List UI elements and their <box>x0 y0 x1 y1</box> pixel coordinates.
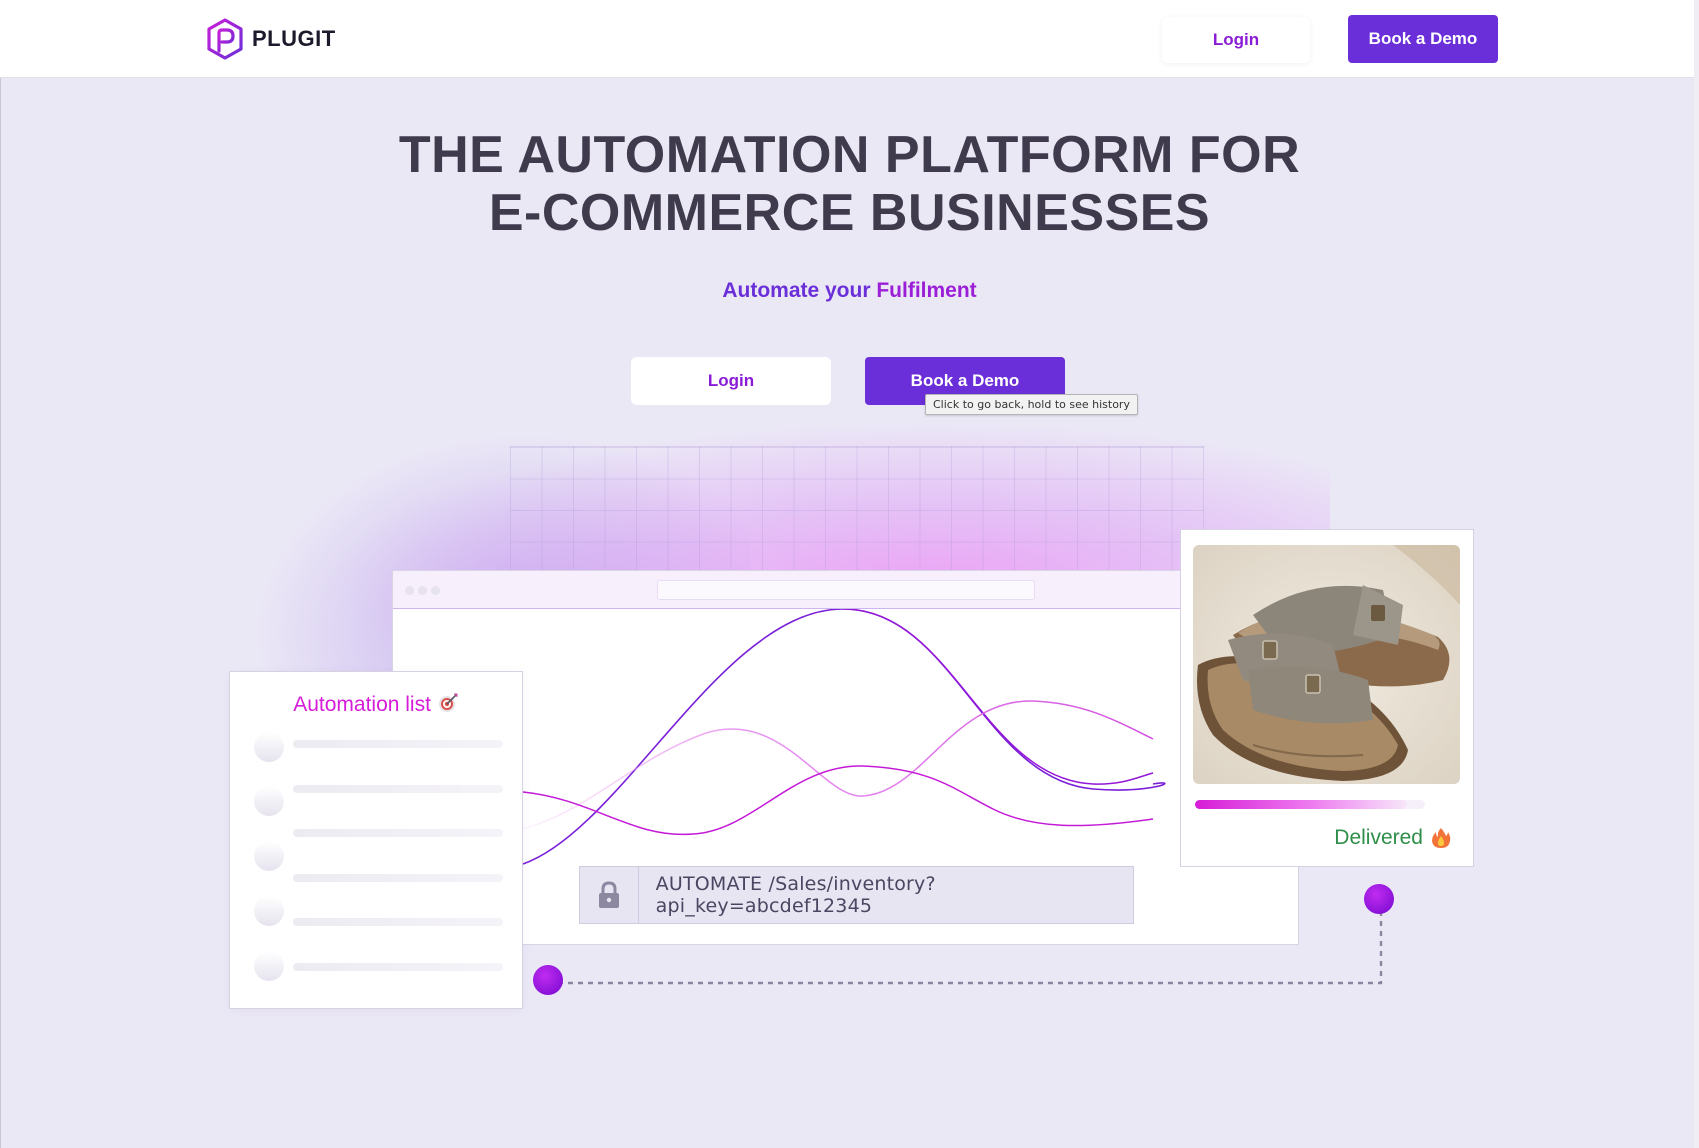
placeholder-line <box>293 740 503 748</box>
connector-node-start <box>533 965 563 995</box>
scrollbar-track[interactable] <box>1694 0 1699 1148</box>
brand-name: PLUGIT <box>252 26 336 51</box>
delivery-progress-fill <box>1195 800 1407 809</box>
hero-subtitle-prefix: Automate your <box>722 279 877 302</box>
hero-title-line-1: THE AUTOMATION PLATFORM FOR <box>398 126 1301 184</box>
delivery-status-text: Delivered <box>1334 826 1423 849</box>
automation-list-title: Automation list <box>230 692 522 717</box>
hero-subtitle-highlight: Fulfilment <box>876 279 977 302</box>
nav-book-demo-button[interactable]: Book a Demo <box>1348 15 1498 63</box>
browser-mockup: AUTOMATE /Sales/inventory?api_key=abcdef… <box>392 570 1299 945</box>
brand-logo[interactable]: PLUGIT <box>206 18 336 60</box>
hero-title: THE AUTOMATION PLATFORM FOR E-COMMERCE B… <box>0 126 1699 242</box>
placeholder-line <box>293 874 503 882</box>
hero-subtitle: Automate your Fulfilment <box>0 279 1699 303</box>
delivery-status: Delivered <box>1334 826 1451 850</box>
placeholder-avatar <box>254 896 284 926</box>
sandals-photo <box>1193 545 1460 784</box>
wave-line-pink <box>522 700 1154 830</box>
window-dot <box>418 586 427 595</box>
target-icon <box>438 693 458 712</box>
placeholder-avatar <box>254 841 284 871</box>
browser-titlebar <box>393 571 1298 609</box>
api-endpoint-bar: AUTOMATE /Sales/inventory?api_key=abcdef… <box>579 866 1134 924</box>
placeholder-avatar <box>254 786 284 816</box>
fire-icon <box>1432 828 1451 848</box>
placeholder-line <box>293 918 503 926</box>
background-grid <box>510 446 1204 586</box>
window-dot <box>405 586 414 595</box>
window-dot <box>431 586 440 595</box>
nav-login-button[interactable]: Login <box>1162 17 1310 63</box>
automation-list-card: Automation list <box>229 671 523 1009</box>
placeholder-avatar <box>254 732 284 762</box>
browser-back-tooltip: Click to go back, hold to see history <box>925 394 1138 415</box>
placeholder-line <box>293 785 503 793</box>
connector-node-end <box>1364 884 1394 914</box>
wave-line-violet <box>842 609 1154 785</box>
api-endpoint-text: AUTOMATE /Sales/inventory?api_key=abcdef… <box>655 873 936 917</box>
top-navbar: PLUGIT Login Book a Demo <box>0 0 1699 78</box>
placeholder-line <box>293 963 503 971</box>
plugit-logo-icon <box>207 18 243 60</box>
placeholder-avatar <box>254 951 284 981</box>
hero-title-line-2: E-COMMERCE BUSINESSES <box>488 184 1211 242</box>
sandals-image <box>1193 545 1460 784</box>
placeholder-line <box>293 829 503 837</box>
lock-icon <box>580 867 639 923</box>
hero-login-button[interactable]: Login <box>631 357 831 405</box>
browser-address-bar <box>657 580 1035 600</box>
product-delivery-card: Delivered <box>1180 529 1474 867</box>
delivery-progress-bar <box>1195 800 1425 809</box>
